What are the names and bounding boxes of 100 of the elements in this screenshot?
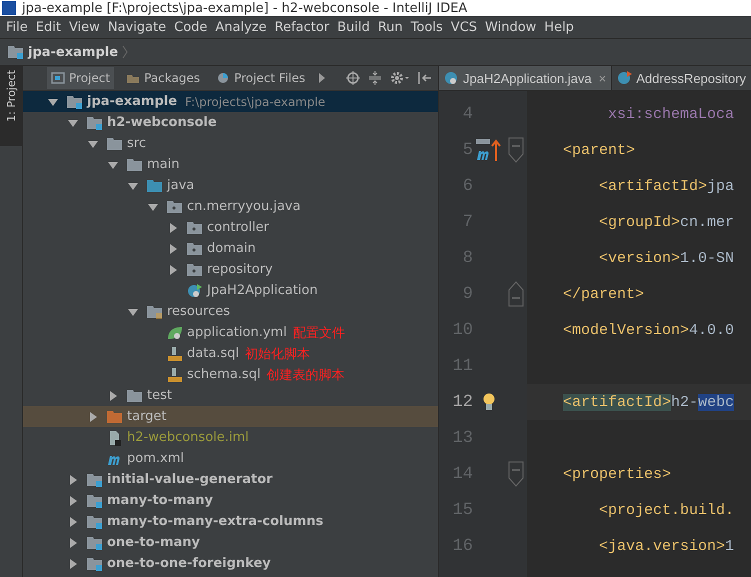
menu-item[interactable]: Build — [333, 20, 374, 34]
tree-item-label: jpa-example — [87, 94, 178, 109]
tree-row[interactable]: jpa-example F:\projects\jpa-example — [23, 91, 438, 112]
menu-item[interactable]: Tools — [406, 20, 447, 34]
tree-row[interactable]: cn.merryyou.java — [23, 196, 438, 217]
menu-item[interactable]: Edit — [32, 20, 65, 34]
code-token: <parent> — [563, 142, 636, 158]
menu-item[interactable]: Navigate — [104, 20, 170, 34]
collapsed-arrow-icon[interactable] — [167, 264, 179, 276]
code-token: webc — [698, 394, 734, 410]
folder-icon — [127, 158, 143, 172]
path-label: F:\projects\jpa-example — [185, 94, 326, 108]
package-folder-icon — [187, 220, 203, 234]
settings-icon[interactable] — [390, 71, 410, 85]
lightbulb-icon — [483, 393, 495, 411]
code-token: <artifactId> — [599, 178, 708, 194]
tree-row[interactable]: JpaH2Application — [23, 280, 438, 301]
code-token: xsi:schemaLoca — [608, 106, 734, 122]
collapsed-arrow-icon[interactable] — [67, 536, 79, 548]
package-folder-icon — [187, 262, 203, 276]
tree-row[interactable]: many-to-many — [23, 490, 438, 511]
menu-item[interactable]: Code — [170, 20, 212, 34]
tree-row[interactable]: resources — [23, 301, 438, 322]
spring-class-icon — [187, 282, 203, 298]
menu-item[interactable]: Analyze — [211, 20, 271, 34]
collapsed-arrow-icon[interactable] — [67, 474, 79, 486]
tree-row[interactable]: many-to-many-extra-columns — [23, 511, 438, 532]
menu-item[interactable]: Help — [540, 20, 578, 34]
maven-arrow-icon — [476, 137, 502, 163]
folder-icon — [107, 410, 123, 424]
code-token: <groupId> — [599, 214, 680, 230]
annotation-text: 创建表的脚本 — [266, 366, 345, 384]
tree-row[interactable]: data.sql 初始化脚本 — [23, 343, 438, 364]
menu-item[interactable]: Run — [374, 20, 407, 34]
tree-row[interactable]: target — [23, 406, 438, 427]
view-tab[interactable]: Packages — [122, 67, 204, 89]
breadcrumb-item[interactable]: jpa-example — [28, 44, 118, 60]
locate-icon[interactable] — [346, 71, 360, 85]
interface-icon — [617, 70, 634, 86]
window-title: jpa-example [F:\projects\jpa-example] - h2-webconsole - IntelliJ IDEA — [22, 1, 468, 16]
editor-tab[interactable]: JpaH2Application.java × — [439, 66, 612, 90]
tree-row[interactable]: main — [23, 154, 438, 175]
tree-item-label: repository — [207, 262, 273, 277]
hide-panel-icon[interactable] — [418, 71, 432, 85]
file-icon — [107, 430, 123, 446]
tree-item-label: many-to-many — [107, 493, 214, 508]
code-token: jpa — [707, 178, 734, 194]
folder-icon — [107, 136, 123, 150]
tree-row[interactable]: pom.xml — [23, 448, 438, 469]
collapsed-arrow-icon[interactable] — [107, 390, 119, 402]
tree-row[interactable]: one-to-one-foreignkey — [23, 553, 438, 574]
more-arrow-icon[interactable] — [317, 72, 328, 84]
tree-row[interactable]: h2-webconsole.iml — [23, 427, 438, 448]
menu-item[interactable]: Refactor — [270, 20, 334, 34]
tree-row[interactable]: h2-webconsole — [23, 112, 438, 133]
tree-row[interactable]: test — [23, 385, 438, 406]
module-folder-icon — [67, 94, 83, 108]
tree-item-label: schema.sql — [187, 367, 261, 382]
code-token: <project.build. — [599, 502, 734, 518]
view-icon — [51, 72, 65, 84]
code-token: h2- — [671, 394, 698, 410]
menu-item[interactable]: File — [2, 20, 32, 34]
tree-row[interactable]: domain — [23, 238, 438, 259]
tree-row[interactable]: initial-value-generator — [23, 469, 438, 490]
tree-row[interactable]: one-to-many — [23, 532, 438, 553]
module-folder-icon — [87, 494, 103, 508]
collapsed-arrow-icon[interactable] — [87, 410, 99, 422]
collapsed-arrow-icon[interactable] — [67, 516, 79, 528]
view-tab[interactable]: Project Files — [212, 67, 310, 89]
code-token: </parent> — [563, 286, 644, 302]
tree-row[interactable]: java — [23, 175, 438, 196]
close-tab-button[interactable]: × — [598, 70, 606, 86]
sql-file-icon — [167, 346, 183, 362]
menu-item[interactable]: Window — [481, 20, 540, 34]
module-folder-icon — [87, 472, 103, 486]
view-tab[interactable]: Project — [47, 67, 114, 89]
collapsed-arrow-icon[interactable] — [167, 222, 179, 234]
editor-tab[interactable]: AddressRepository — [612, 66, 751, 90]
collapsed-arrow-icon[interactable] — [67, 558, 79, 570]
code-token: <java.version> — [599, 538, 726, 554]
collapse-icon[interactable] — [368, 71, 382, 85]
tree-row[interactable]: schema.sql 创建表的脚本 — [23, 364, 438, 385]
module-folder-icon — [87, 536, 103, 550]
tree-item-label: application.yml — [187, 325, 287, 340]
resources-folder-icon — [147, 304, 163, 318]
project-tool-tab[interactable]: 1: Project — [0, 66, 22, 146]
code-token: 4.0.0 — [689, 322, 734, 338]
view-icon — [126, 72, 140, 84]
menu-item[interactable]: VCS — [446, 20, 482, 34]
code-token: cn.mer — [680, 214, 734, 230]
view-icon — [216, 72, 230, 84]
menu-item[interactable]: View — [64, 20, 104, 34]
package-folder-icon — [187, 242, 203, 256]
tree-row[interactable]: repository — [23, 259, 438, 280]
tree-row[interactable]: controller — [23, 217, 438, 238]
tree-row[interactable]: src — [23, 133, 438, 154]
tree-row[interactable]: application.yml 配置文件 — [23, 322, 438, 343]
tree-item-label: many-to-many-extra-columns — [107, 514, 324, 529]
collapsed-arrow-icon[interactable] — [167, 242, 179, 254]
collapsed-arrow-icon[interactable] — [67, 494, 79, 506]
